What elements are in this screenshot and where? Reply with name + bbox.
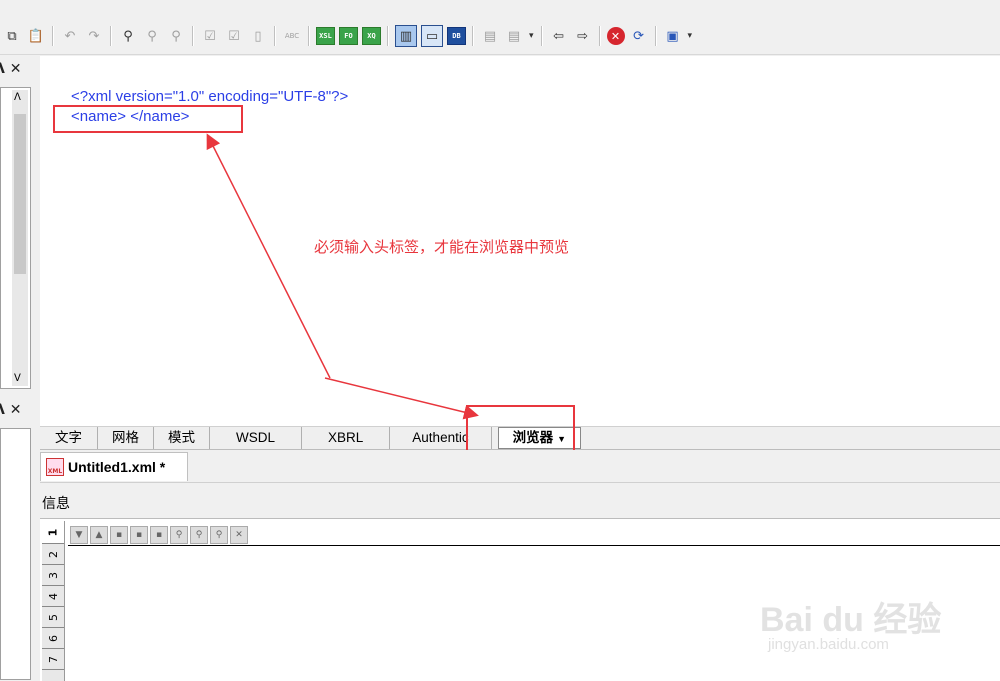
info-tab-7[interactable]: 7 [42, 649, 64, 670]
info-toolbar: ▼ ▲ ▪ ▪ ▪ ⚲ ⚲ ⚲ ✕ [70, 525, 250, 545]
copy-icon[interactable]: ⧉ [2, 26, 22, 46]
tab-grid[interactable]: 网格 [98, 427, 154, 449]
scroll-up-icon[interactable]: ᐱ [14, 92, 21, 103]
info-tab-label: 3 [46, 571, 60, 579]
refresh-icon[interactable]: ⟳ [629, 26, 649, 46]
db-icon[interactable]: DB [447, 27, 466, 45]
info-tab-label: 5 [46, 613, 60, 621]
toolbar-separator [192, 26, 194, 46]
scroll-thumb[interactable] [14, 114, 26, 274]
info-tab-1[interactable]: 1 [42, 521, 64, 544]
info-tab-label: 6 [46, 634, 60, 642]
info-tab-3[interactable]: 3 [42, 565, 64, 586]
text-view-icon[interactable]: ▥ [395, 25, 417, 47]
copy-message-icon[interactable]: ▪ [110, 526, 128, 544]
main-toolbar: ⧉ 📋 ↶ ↷ ⚲ ⚲ ⚲ ☑ ☑ ▯ ABC XSL FO XQ ▥ ▭ DB… [0, 0, 1000, 55]
copy-all-icon[interactable]: ▪ [130, 526, 148, 544]
xquery-icon[interactable]: XQ [362, 27, 381, 45]
panel-content [0, 428, 31, 680]
toolbar-separator [110, 26, 112, 46]
left-panel-top: ᐱ ✕ ᐱ ᐯ [0, 55, 37, 390]
info-tab-5[interactable]: 5 [42, 607, 64, 628]
xsl-transform-icon[interactable]: XSL [316, 27, 335, 45]
info-tab-6[interactable]: 6 [42, 628, 64, 649]
document-tab[interactable]: XML Untitled1.xml * [40, 452, 188, 481]
toolbar-separator [598, 26, 601, 46]
toolbar-separator [540, 26, 543, 46]
find-next-icon[interactable]: ⚲ [190, 526, 208, 544]
watermark-url: jingyan.baidu.com [768, 636, 889, 653]
watermark-logo: Bai du 经验 [760, 601, 942, 639]
panel-header: ᐱ ✕ [0, 396, 37, 426]
panel-controls[interactable]: ᐱ ✕ [0, 61, 21, 77]
find-next-icon[interactable]: ⚲ [142, 26, 162, 46]
toolbar-overflow-icon[interactable]: ▾ [688, 31, 693, 41]
back-icon[interactable]: ⇦ [549, 26, 569, 46]
previous-icon[interactable]: ▲ [90, 526, 108, 544]
stop-icon[interactable]: ✕ [606, 27, 625, 45]
check-wellformed-icon[interactable]: ☑ [200, 26, 220, 46]
undo-icon[interactable]: ↶ [60, 26, 80, 46]
toolbar-separator [387, 26, 389, 46]
annotation-note: 必须输入头标签，才能在浏览器中预览 [314, 238, 570, 256]
info-tab-label: 1 [46, 528, 60, 536]
redo-icon[interactable]: ↷ [84, 26, 104, 46]
toolbar-row: ⧉ 📋 ↶ ↷ ⚲ ⚲ ⚲ ☑ ☑ ▯ ABC XSL FO XQ ▥ ▭ DB… [0, 22, 695, 50]
browser-icon[interactable]: ▣ [663, 26, 683, 46]
find-previous-icon[interactable]: ⚲ [210, 526, 228, 544]
copy-page-icon[interactable]: ▪ [150, 526, 168, 544]
divider [68, 545, 1000, 546]
info-tab-label: 2 [46, 550, 60, 558]
xml-file-icon: XML [46, 458, 64, 476]
document-tab-label: Untitled1.xml * [68, 459, 166, 475]
document-tab-bar: XML Untitled1.xml * [40, 450, 1000, 483]
scroll-down-icon[interactable]: ᐯ [14, 373, 21, 384]
info-panel-header: 信息 [40, 487, 1000, 517]
panel-controls[interactable]: ᐱ ✕ [0, 402, 21, 418]
validate-icon[interactable]: ☑ [224, 26, 244, 46]
tab-xbrl[interactable]: XBRL [302, 427, 391, 449]
tab-schema[interactable]: 模式 [154, 427, 210, 449]
toolbar-separator [274, 26, 276, 46]
paste-icon[interactable]: 📋 [26, 26, 46, 46]
dtd-icon[interactable]: ▤ [480, 26, 500, 46]
grid-view-icon[interactable]: ▭ [421, 25, 443, 47]
find-icon[interactable]: ⚲ [170, 526, 188, 544]
tab-wsdl[interactable]: WSDL [210, 427, 303, 449]
view-split-icon[interactable]: ▯ [248, 26, 268, 46]
panel-content: ᐱ ᐯ [0, 87, 31, 389]
info-tab-2[interactable]: 2 [42, 544, 64, 565]
toolbar-separator [472, 26, 474, 46]
info-tab-label: 4 [46, 592, 60, 600]
tab-text[interactable]: 文字 [40, 427, 98, 449]
xsl-fo-icon[interactable]: FO [339, 27, 358, 45]
toolbar-separator [52, 26, 54, 46]
panel-header: ᐱ ✕ [0, 55, 37, 85]
highlight-box [53, 105, 243, 133]
forward-icon[interactable]: ⇨ [573, 26, 593, 46]
scrollbar[interactable]: ᐱ ᐯ [12, 90, 28, 386]
toolbar-overflow-icon[interactable]: ▾ [529, 31, 534, 41]
find-icon[interactable]: ⚲ [118, 26, 138, 46]
toolbar-separator [308, 26, 310, 46]
file-icon[interactable]: ▤ [504, 26, 524, 46]
info-tab-label: 7 [46, 655, 60, 663]
spellcheck-icon[interactable]: ABC [282, 26, 302, 46]
toolbar-separator [654, 26, 657, 46]
info-panel-title: 信息 [42, 496, 70, 512]
left-panel-bottom: ᐱ ✕ [0, 396, 37, 680]
info-vertical-tabs: 1 2 3 4 5 6 7 [42, 521, 65, 681]
replace-icon[interactable]: ⚲ [166, 26, 186, 46]
xml-declaration-line: <?xml version="1.0" encoding="UTF-8"?> [71, 88, 349, 105]
info-tab-4[interactable]: 4 [42, 586, 64, 607]
next-icon[interactable]: ▼ [70, 526, 88, 544]
xml-editor[interactable]: <?xml version="1.0" encoding="UTF-8"?> <… [40, 56, 1000, 426]
clear-icon[interactable]: ✕ [230, 526, 248, 544]
